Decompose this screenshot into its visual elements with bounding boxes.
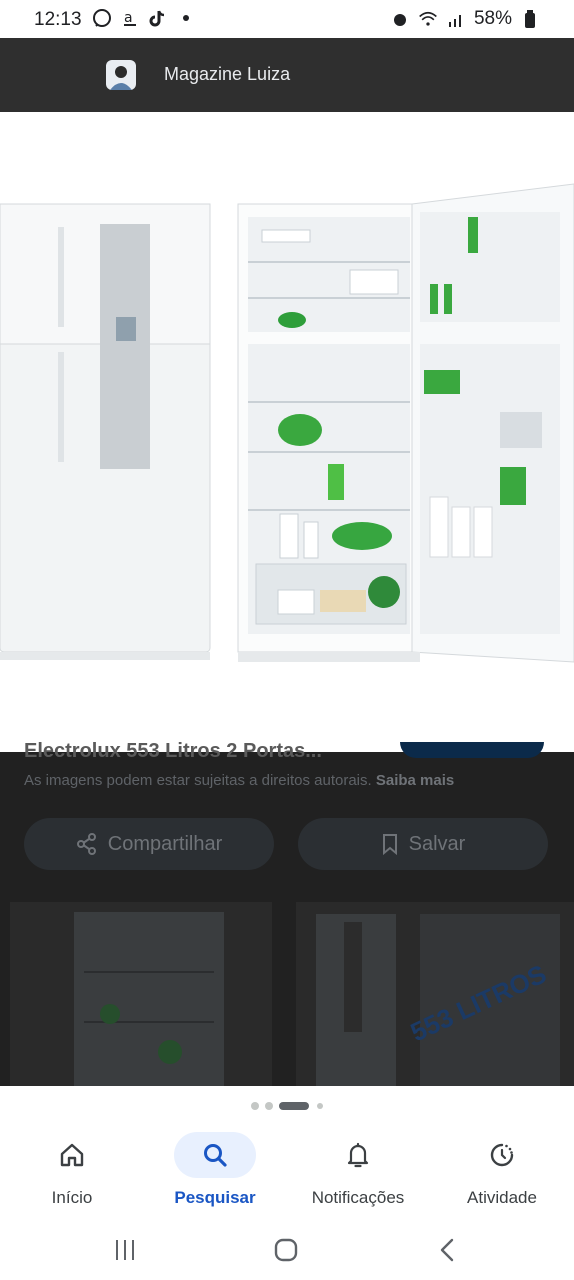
activity-icon bbox=[490, 1143, 514, 1167]
refrigerator-image bbox=[0, 183, 574, 663]
share-label: Compartilhar bbox=[107, 832, 223, 855]
bookmark-icon bbox=[382, 834, 397, 855]
dimmed-result-panel: Electrolux 553 Litros 2 Portas... As ima… bbox=[0, 740, 574, 1086]
source-title[interactable]: Magazine Luiza bbox=[164, 64, 290, 85]
nav-item-notifications[interactable]: Notificações bbox=[288, 1132, 428, 1208]
related-images: 553 LITROS bbox=[0, 902, 574, 1086]
wifi-icon bbox=[419, 11, 437, 26]
system-navigation-bar bbox=[0, 1218, 574, 1280]
image-viewer-header: Magazine Luiza bbox=[0, 38, 574, 112]
recents-icon bbox=[116, 1240, 134, 1260]
home-button-icon bbox=[274, 1238, 298, 1262]
share-icon bbox=[76, 833, 96, 855]
dot-icon bbox=[183, 15, 189, 21]
battery-icon bbox=[525, 10, 535, 28]
home-icon bbox=[60, 1143, 84, 1167]
svg-text:a: a bbox=[124, 10, 133, 26]
back-button[interactable] bbox=[428, 1230, 468, 1270]
result-title[interactable]: Electrolux 553 Litros 2 Portas... bbox=[24, 740, 322, 763]
battery-percent: 58% bbox=[473, 8, 512, 29]
copyright-notice: As imagens podem estar sujeitas a direit… bbox=[24, 772, 454, 789]
amazon-icon: a bbox=[124, 10, 136, 26]
main-image[interactable] bbox=[0, 112, 574, 752]
whatsapp-icon bbox=[93, 9, 111, 27]
status-bar: 12:13 a 58% bbox=[0, 0, 574, 38]
back-icon bbox=[440, 1238, 454, 1262]
learn-more-link[interactable]: Saiba mais bbox=[376, 772, 454, 789]
related-image-2[interactable]: 553 LITROS bbox=[296, 902, 574, 1086]
carousel-dot bbox=[251, 1102, 259, 1110]
carousel-indicator bbox=[0, 1086, 574, 1122]
related-image-1[interactable] bbox=[10, 902, 272, 1086]
signal-icon bbox=[448, 15, 461, 27]
nav-item-search[interactable]: Pesquisar bbox=[145, 1132, 285, 1208]
home-button[interactable] bbox=[266, 1230, 306, 1270]
nav-label-search: Pesquisar bbox=[174, 1188, 256, 1207]
share-button[interactable]: Compartilhar bbox=[24, 818, 274, 870]
nav-label-home: Início bbox=[51, 1188, 93, 1207]
nav-item-home[interactable]: Início bbox=[2, 1132, 142, 1208]
bell-icon bbox=[347, 1142, 369, 1168]
search-icon bbox=[204, 1144, 227, 1167]
save-button[interactable]: Salvar bbox=[298, 818, 548, 870]
status-time: 12:13 bbox=[34, 9, 82, 30]
source-favicon[interactable] bbox=[106, 60, 136, 90]
recents-button[interactable] bbox=[105, 1230, 145, 1270]
carousel-dot bbox=[265, 1102, 273, 1110]
alarm-icon bbox=[393, 14, 406, 26]
bottom-navigation: Início Pesquisar Notificações Atividade bbox=[0, 1122, 574, 1218]
carousel-dot bbox=[317, 1103, 323, 1109]
save-label: Salvar bbox=[408, 832, 466, 855]
carousel-dot-active bbox=[279, 1102, 309, 1110]
nav-label-activity: Atividade bbox=[467, 1188, 537, 1207]
tiktok-icon bbox=[149, 10, 165, 27]
visit-button[interactable] bbox=[400, 742, 544, 758]
copyright-text: As imagens podem estar sujeitas a direit… bbox=[24, 772, 372, 789]
nav-label-notifications: Notificações bbox=[311, 1188, 405, 1207]
nav-item-activity[interactable]: Atividade bbox=[432, 1132, 572, 1208]
